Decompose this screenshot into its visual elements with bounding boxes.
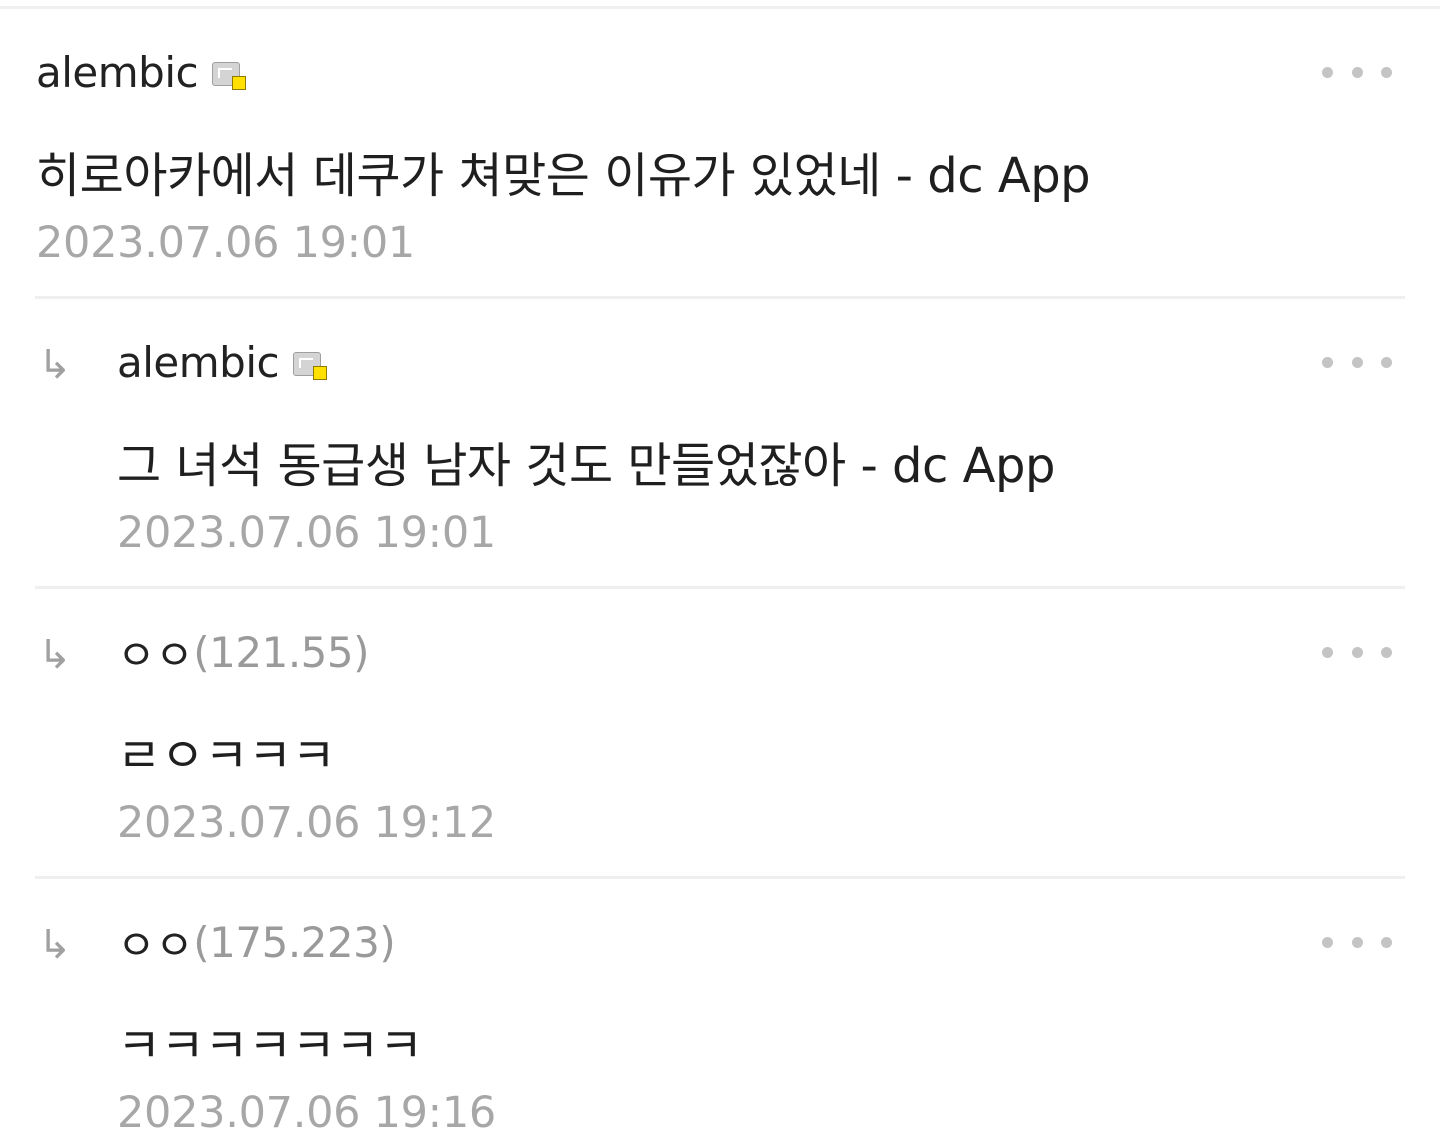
comment-content: 히로아카에서 데쿠가 쳐맞은 이유가 있었네 - dc App	[36, 148, 1091, 204]
comment-divider	[35, 586, 1405, 589]
comment-author-row: alembic	[117, 337, 328, 387]
comment-author-ip: (175.223)	[193, 917, 396, 967]
fixed-nick-icon	[212, 60, 247, 90]
more-options-icon[interactable]	[1322, 64, 1392, 80]
reply-arrow-icon: ↳	[38, 922, 72, 968]
comment-date: 2023.07.06 19:12	[117, 798, 496, 848]
comment-author[interactable]: ㅇㅇ	[117, 912, 194, 973]
reply-arrow-icon: ↳	[38, 342, 72, 388]
more-options-icon[interactable]	[1322, 644, 1392, 660]
more-options-icon[interactable]	[1322, 354, 1392, 370]
comment-author-row: ㅇㅇ (175.223)	[117, 917, 396, 970]
reply-arrow-icon: ↳	[38, 632, 72, 678]
comment-date: 2023.07.06 19:16	[117, 1088, 496, 1138]
comment-content: 그 녀석 동급생 남자 것도 만들었잖아 - dc App	[117, 438, 1055, 494]
comment-content: ㄹㅇㅋㅋㅋ	[117, 728, 336, 784]
comment-author[interactable]: alembic	[36, 48, 199, 97]
comment-date: 2023.07.06 19:01	[117, 508, 496, 558]
comment-author[interactable]: ㅇㅇ	[117, 622, 194, 683]
comment-divider	[35, 296, 1405, 299]
comment-content: ㅋㅋㅋㅋㅋㅋㅋ	[117, 1018, 423, 1074]
comment-author-row: alembic	[36, 47, 247, 97]
comment-divider	[35, 876, 1405, 879]
comment-author[interactable]: alembic	[117, 338, 280, 387]
comment-author-ip: (121.55)	[193, 627, 370, 677]
more-options-icon[interactable]	[1322, 934, 1392, 950]
fixed-nick-icon	[293, 350, 328, 380]
comment-date: 2023.07.06 19:01	[36, 218, 415, 268]
top-divider	[0, 6, 1440, 9]
comment-author-row: ㅇㅇ (121.55)	[117, 627, 370, 680]
